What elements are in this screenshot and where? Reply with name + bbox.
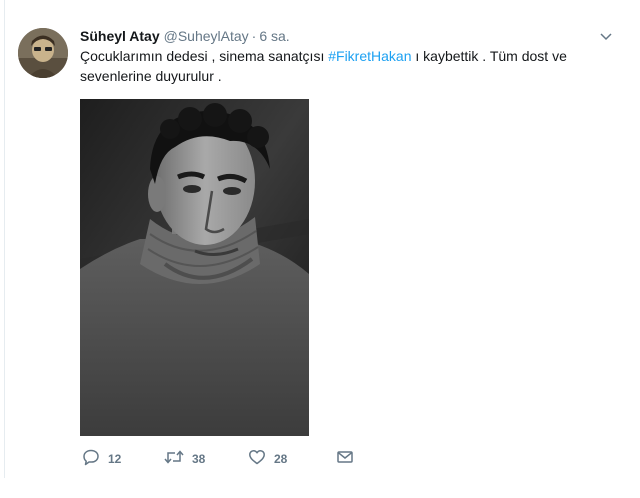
tweet-text: Çocuklarımın dedesi , sinema sanatçısı #…: [80, 46, 610, 86]
portrait-image: [80, 99, 309, 436]
like-count: 28: [274, 452, 288, 466]
tweet-actions: 12 38 28: [80, 449, 380, 469]
author-handle[interactable]: @SuheylAtay: [164, 28, 249, 44]
tweet-timestamp[interactable]: 6 sa.: [259, 28, 289, 44]
reply-count: 12: [108, 452, 122, 466]
tweet-header: Süheyl Atay @SuheylAtay · 6 sa.: [80, 26, 290, 46]
author-name[interactable]: Süheyl Atay: [80, 28, 160, 44]
timeline-divider: [4, 0, 5, 478]
retweet-count: 38: [192, 452, 206, 466]
like-button[interactable]: 28: [248, 449, 287, 469]
chevron-down-icon[interactable]: [598, 30, 614, 42]
retweet-button[interactable]: 38: [164, 449, 205, 469]
reply-button[interactable]: 12: [82, 449, 121, 469]
reply-icon: [82, 448, 100, 471]
tweet-card: Süheyl Atay @SuheylAtay · 6 sa. Çocuklarımı…: [0, 0, 640, 498]
envelope-icon: [336, 448, 354, 471]
direct-message-button[interactable]: [336, 449, 354, 469]
tweet-text-start: Çocuklarımın dedesi , sinema sanatçısı: [80, 48, 329, 64]
header-separator: ·: [251, 28, 257, 44]
retweet-icon: [164, 448, 184, 471]
avatar-image: [18, 28, 68, 78]
tweet-photo[interactable]: [80, 99, 309, 436]
avatar[interactable]: [18, 28, 68, 78]
heart-icon: [248, 448, 266, 471]
hashtag-link[interactable]: #FikretHakan: [328, 48, 411, 64]
